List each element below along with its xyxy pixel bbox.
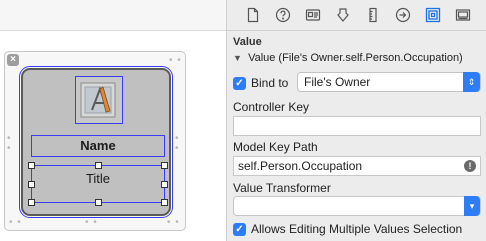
model-key-path-label: Model Key Path <box>233 140 318 154</box>
size-icon[interactable] <box>365 7 381 23</box>
controller-key-field[interactable] <box>233 116 481 136</box>
disclosure-triangle-icon[interactable]: ▼ <box>233 53 245 63</box>
warning-icon[interactable]: ! <box>464 160 476 172</box>
resize-grip-icon[interactable]: • • <box>85 218 98 228</box>
bindings-icon[interactable] <box>425 7 441 23</box>
chevron-down-icon[interactable]: ▾ <box>464 196 480 216</box>
binding-summary: Value (File's Owner.self.Person.Occupati… <box>248 52 463 64</box>
image-view[interactable] <box>75 76 123 124</box>
bind-to-value: File's Owner <box>304 75 371 89</box>
allows-editing-checkbox[interactable]: ✓ <box>233 223 246 236</box>
resize-grip-icon[interactable]: • • <box>175 134 180 154</box>
canvas-jump-bar <box>0 0 226 31</box>
value-transformer-label: Value Transformer <box>233 181 331 195</box>
application-icon <box>80 82 116 118</box>
controller-key-label: Controller Key <box>233 100 310 114</box>
resize-grip-icon[interactable]: • • <box>9 218 22 228</box>
resize-handle[interactable] <box>161 162 168 169</box>
section-title: Value <box>233 36 262 48</box>
close-icon[interactable]: × <box>7 54 19 66</box>
allows-editing-label: Allows Editing Multiple Values Selection <box>251 222 463 236</box>
resize-handle[interactable] <box>95 162 102 169</box>
custom-view-frame[interactable]: × • • • • • • • • • • • • Name Title <box>4 51 186 231</box>
bindings-inspector: Value ▼ Value (File's Owner.self.Person.… <box>226 0 486 241</box>
value-transformer-combo[interactable]: ▾ <box>233 196 481 216</box>
resize-handle[interactable] <box>161 181 168 188</box>
attributes-icon[interactable] <box>335 7 351 23</box>
title-text-field[interactable]: Title <box>28 162 168 206</box>
resize-handle[interactable] <box>28 199 35 206</box>
resize-grip-icon[interactable]: • • <box>167 218 180 228</box>
table-cell-view[interactable]: Name Title <box>19 66 173 218</box>
resize-handle[interactable] <box>28 181 35 188</box>
bind-to-label: Bind to <box>251 76 289 90</box>
resize-handle[interactable] <box>161 199 168 206</box>
model-key-path-value: self.Person.Occupation <box>238 159 363 173</box>
view-effects-icon[interactable] <box>455 7 471 23</box>
resize-handle[interactable] <box>28 162 35 169</box>
file-icon[interactable] <box>245 7 261 23</box>
model-key-path-field[interactable]: self.Person.Occupation ! <box>233 156 481 176</box>
interface-canvas[interactable]: × • • • • • • • • • • • • Name Title <box>0 0 226 241</box>
name-text-field[interactable]: Name <box>31 135 165 157</box>
help-icon[interactable] <box>275 7 291 23</box>
bind-to-checkbox[interactable]: ✓ <box>233 77 246 90</box>
resize-grip-icon[interactable]: • • <box>7 134 12 154</box>
connections-icon[interactable] <box>395 7 411 23</box>
resize-grip-icon[interactable]: • • <box>169 56 182 66</box>
bind-to-popup[interactable]: File's Owner ⇕ <box>297 72 481 92</box>
resize-handle[interactable] <box>95 199 102 206</box>
title-label: Title <box>85 171 111 186</box>
inspector-tab-bar <box>227 0 486 31</box>
binding-disclosure[interactable]: ▼ Value (File's Owner.self.Person.Occupa… <box>233 52 463 66</box>
identity-icon[interactable] <box>305 7 321 23</box>
chevron-updown-icon[interactable]: ⇕ <box>463 72 480 92</box>
